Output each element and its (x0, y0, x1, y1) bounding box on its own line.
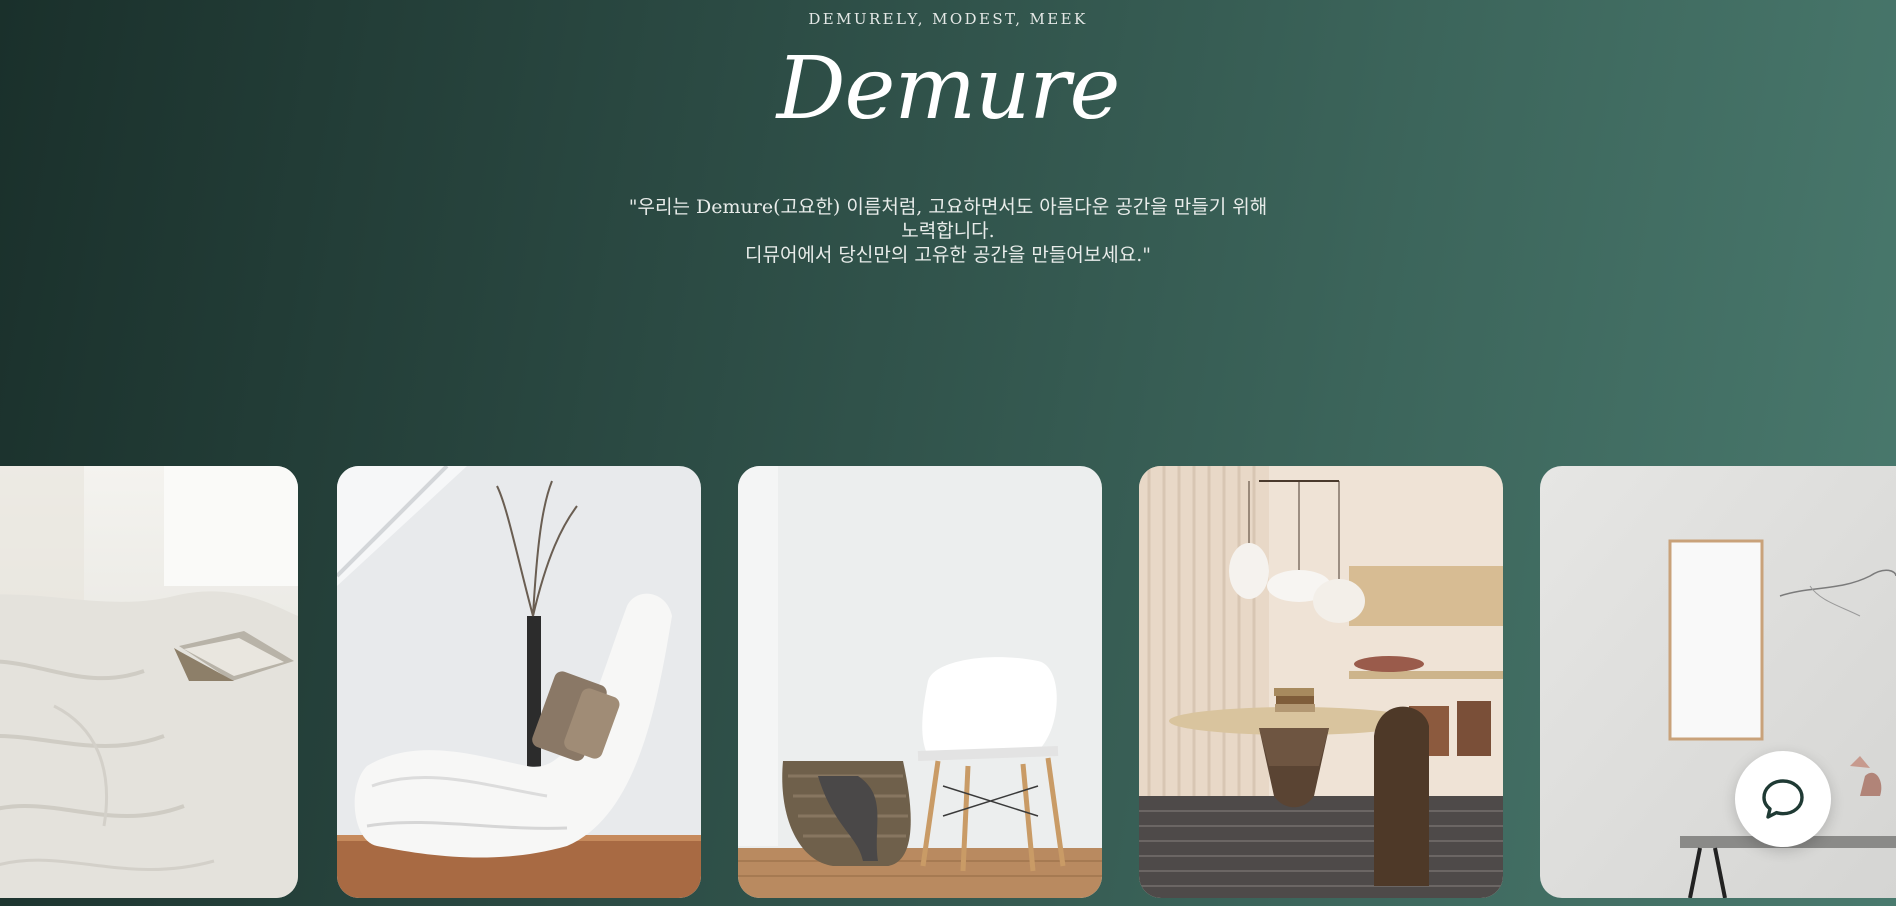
brand-description: "우리는 Demure(고요한) 이름처럼, 고요하면서도 아름다운 공간을 만… (0, 195, 1896, 267)
description-line: 노력합니다. (901, 220, 995, 242)
gallery-image-chaise[interactable] (337, 466, 701, 898)
brand-logo: Demure (776, 39, 1121, 139)
gallery-image-mirror[interactable] (1540, 466, 1896, 898)
image-gallery[interactable] (0, 466, 1896, 898)
gallery-image-bedding[interactable] (0, 466, 298, 898)
hero-section: DEMURELY, MODEST, MEEK Demure "우리는 Demur… (0, 0, 1896, 460)
brand-tagline: DEMURELY, MODEST, MEEK (808, 10, 1088, 28)
description-line: 디뮤어에서 당신만의 고유한 공간을 만들어보세요." (744, 244, 1152, 266)
description-line: "우리는 Demure(고요한) 이름처럼, 고요하면서도 아름다운 공간을 만… (628, 196, 1268, 218)
chat-button[interactable] (1735, 751, 1831, 847)
chat-bubble-icon (1759, 775, 1807, 823)
gallery-image-dining[interactable] (1139, 466, 1503, 898)
gallery-image-chair[interactable] (738, 466, 1102, 898)
